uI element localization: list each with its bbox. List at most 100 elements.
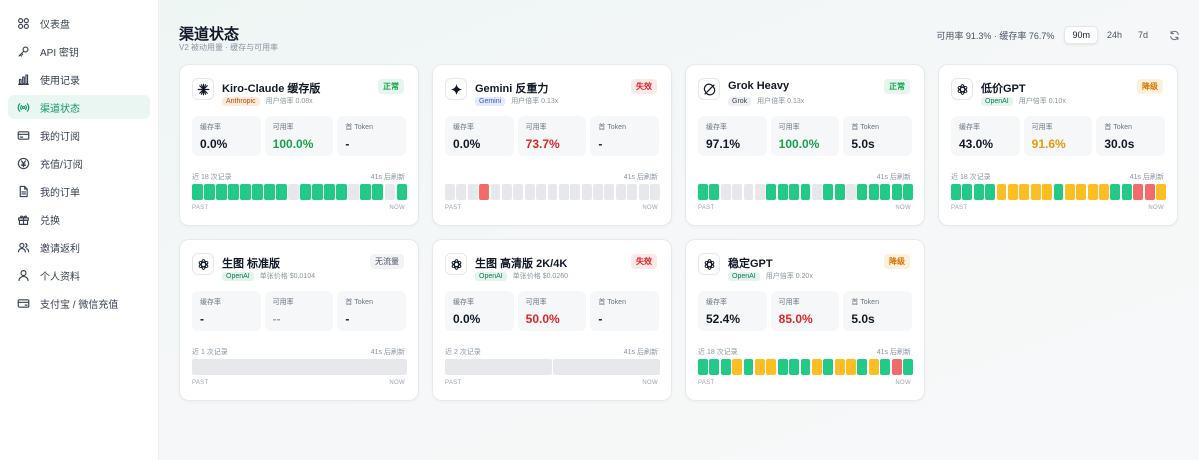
status-badge: 降级 bbox=[1137, 79, 1163, 94]
sidebar-item-recharge[interactable]: 充值/订阅 bbox=[8, 151, 150, 175]
metric-value: 85.0% bbox=[778, 312, 813, 326]
sidebar-item-redeem[interactable]: 兑换 bbox=[8, 207, 150, 231]
history-bars bbox=[445, 359, 660, 375]
history-bar bbox=[288, 184, 299, 200]
provider-badge: Grok bbox=[728, 96, 752, 106]
rate-text: 用户倍率 0.13x bbox=[511, 98, 559, 105]
range-90m-button[interactable]: 90m bbox=[1064, 26, 1098, 44]
sidebar-item-dashboard[interactable]: 仪表盘 bbox=[8, 11, 150, 35]
history-bar bbox=[1087, 184, 1098, 200]
metric-value: -- bbox=[272, 312, 281, 326]
metric-first-token: 首 Token - bbox=[337, 291, 407, 331]
channel-card[interactable]: 生图 高清版 2K/4K OpenAI 单张价格 $0.0260 失效 缓存率 0.0% 可… bbox=[432, 239, 672, 401]
refresh-countdown: 41s 后刷新 bbox=[876, 349, 911, 356]
refresh-countdown: 41s 后刷新 bbox=[623, 349, 658, 356]
history-bar bbox=[627, 184, 638, 200]
metrics-row: 缓存率 0.0% 可用率 100.0% 首 Token - bbox=[192, 116, 407, 156]
status-badge: 无流量 bbox=[370, 254, 404, 269]
sidebar-item-label: 兑换 bbox=[40, 215, 60, 227]
history-bar bbox=[743, 359, 754, 375]
metric-value: 0.0% bbox=[453, 137, 481, 151]
axis-past-label: PAST bbox=[698, 205, 715, 211]
user-icon bbox=[16, 268, 30, 282]
history-bar bbox=[698, 359, 708, 375]
history-bar bbox=[777, 359, 788, 375]
history-bar bbox=[857, 184, 868, 200]
channel-card[interactable]: 低价GPT OpenAI 用户倍率 0.10x 降级 缓存率 43.0% 可用率 91.6% 首… bbox=[938, 64, 1178, 226]
metric-value: 100.0% bbox=[778, 137, 820, 151]
history-bar bbox=[766, 184, 777, 200]
sidebar-item-api-keys[interactable]: API 密钥 bbox=[8, 39, 150, 63]
history-bar bbox=[1110, 184, 1121, 200]
sidebar-item-alipay-wechat[interactable]: 支付宝 / 微信充值 bbox=[8, 291, 150, 315]
range-24h-button[interactable]: 24h bbox=[1100, 27, 1129, 43]
metric-label: 可用率 bbox=[778, 124, 800, 131]
channel-card[interactable]: Grok Heavy Grok 用户倍率 0.13x 正常 缓存率 97.1% 可用率 100… bbox=[685, 64, 925, 226]
history-bar bbox=[252, 184, 263, 200]
history-bar bbox=[360, 184, 371, 200]
metric-label: 可用率 bbox=[525, 124, 547, 131]
metric-label: 缓存率 bbox=[706, 124, 727, 131]
history-bar bbox=[846, 184, 856, 200]
history-bar bbox=[467, 184, 478, 200]
provider-badge: OpenAI bbox=[981, 96, 1013, 106]
sidebar-item-label: 仪表盘 bbox=[40, 19, 70, 31]
sidebar-item-subscriptions[interactable]: 我的订阅 bbox=[8, 123, 150, 147]
history-bar bbox=[638, 184, 649, 200]
history-bar bbox=[811, 359, 822, 375]
metric-label: 可用率 bbox=[525, 299, 547, 306]
sidebar-item-profile[interactable]: 个人资料 bbox=[8, 263, 150, 287]
channel-card[interactable]: 稳定GPT OpenAI 用户倍率 0.20x 降级 缓存率 52.4% 可用率 85.0% 首… bbox=[685, 239, 925, 401]
history-bar bbox=[456, 184, 467, 200]
grok-icon bbox=[698, 78, 720, 100]
history-bar bbox=[823, 359, 834, 375]
axis-past-label: PAST bbox=[951, 205, 968, 211]
anthropic-icon bbox=[192, 78, 214, 100]
history-bar bbox=[384, 184, 396, 200]
sidebar-item-usage[interactable]: 使用记录 bbox=[8, 67, 150, 91]
metric-value: - bbox=[345, 137, 350, 151]
gift-icon bbox=[16, 212, 30, 226]
history-bar bbox=[501, 184, 512, 200]
history-bar bbox=[891, 184, 902, 200]
channel-card[interactable]: Gemini 反重力 Gemini 用户倍率 0.13x 失效 缓存率 0.0% 可用率 73… bbox=[432, 64, 672, 226]
channel-card[interactable]: 生图 标准版 OpenAI 单张价格 $0.0104 无流量 缓存率 - 可用率 -- 首 To… bbox=[179, 239, 419, 401]
metrics-row: 缓存率 - 可用率 -- 首 Token - bbox=[192, 291, 407, 331]
channel-name: 生图 高清版 2K/4K bbox=[475, 258, 568, 270]
channel-meta: OpenAI 用户倍率 0.10x bbox=[981, 96, 1066, 106]
history-bar bbox=[985, 184, 996, 200]
channel-grid: Kiro-Claude 缓存版 Anthropic 用户倍率 0.08x 正常 缓存率 0… bbox=[179, 64, 1178, 401]
metric-cache: 缓存率 52.4% bbox=[698, 291, 767, 331]
sidebar: 仪表盘 API 密钥 使用记录渠道状态我的订阅充值/订阅我的订单兑换邀请返利个人资料… bbox=[0, 0, 159, 460]
metric-value: 52.4% bbox=[706, 312, 741, 326]
openai-icon bbox=[445, 253, 467, 275]
refresh-icon[interactable] bbox=[1169, 28, 1183, 42]
history-bar bbox=[581, 184, 592, 200]
history-bar bbox=[857, 359, 868, 375]
metric-value: 0.0% bbox=[453, 312, 481, 326]
metric-value: 73.7% bbox=[525, 137, 560, 151]
history-bar bbox=[1019, 184, 1030, 200]
users-icon bbox=[16, 240, 30, 254]
sidebar-item-orders[interactable]: 我的订单 bbox=[8, 179, 150, 203]
metric-value: 5.0s bbox=[851, 137, 875, 151]
history-bar bbox=[228, 184, 239, 200]
metric-availability: 可用率 73.7% bbox=[517, 116, 587, 156]
history-bar bbox=[891, 359, 902, 375]
range-7d-button[interactable]: 7d bbox=[1131, 27, 1155, 43]
metric-label: 首 Token bbox=[1104, 124, 1132, 131]
channel-card[interactable]: Kiro-Claude 缓存版 Anthropic 用户倍率 0.08x 正常 缓存率 0… bbox=[179, 64, 419, 226]
metric-value: - bbox=[598, 312, 603, 326]
metric-availability: 可用率 100.0% bbox=[264, 116, 334, 156]
history-bar bbox=[709, 184, 720, 200]
history-bar bbox=[192, 359, 407, 375]
sidebar-item-channel-status[interactable]: 渠道状态 bbox=[8, 95, 150, 119]
yen-icon bbox=[16, 156, 30, 170]
sidebar-item-referral[interactable]: 邀请返利 bbox=[8, 235, 150, 259]
history-bar bbox=[789, 184, 800, 200]
history-bar bbox=[868, 184, 879, 200]
metric-availability: 可用率 91.6% bbox=[1023, 116, 1093, 156]
history-bar bbox=[593, 184, 603, 200]
history-bar bbox=[536, 184, 547, 200]
page-subtitle: V2 被动用量 · 缓存与可用率 bbox=[179, 43, 279, 52]
